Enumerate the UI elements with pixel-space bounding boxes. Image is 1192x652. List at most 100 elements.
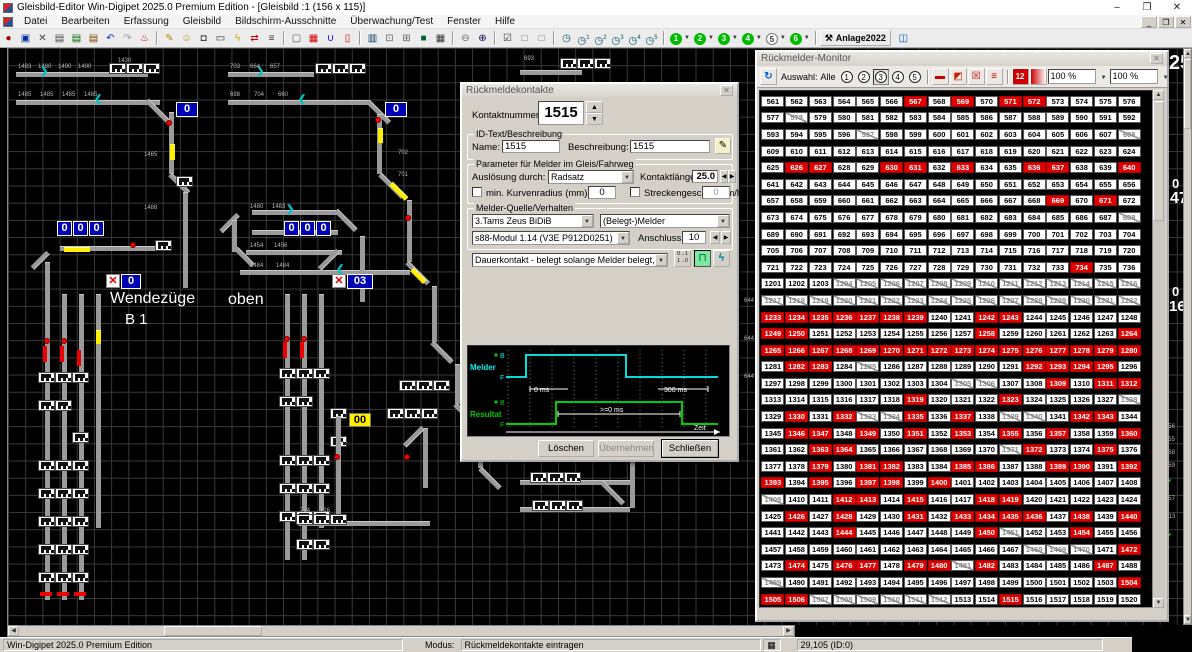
contact-1423[interactable]: 1423 bbox=[1094, 494, 1117, 505]
contact-640[interactable]: 640 bbox=[1118, 162, 1141, 173]
contact-1481[interactable]: 1481 bbox=[951, 560, 974, 571]
train-icon[interactable] bbox=[38, 516, 55, 527]
contact-624[interactable]: 624 bbox=[1118, 146, 1141, 157]
contact-666[interactable]: 666 bbox=[975, 195, 998, 206]
contact-594[interactable]: 594 bbox=[785, 129, 808, 140]
contact-1391[interactable]: 1391 bbox=[1094, 461, 1117, 472]
contact-650[interactable]: 650 bbox=[975, 179, 998, 190]
contact-1274[interactable]: 1274 bbox=[975, 345, 998, 356]
contact-1479[interactable]: 1479 bbox=[904, 560, 927, 571]
save-icon[interactable]: ▣ bbox=[17, 30, 34, 46]
zoom-out-icon[interactable]: ⊖ bbox=[457, 30, 474, 46]
contact-1206[interactable]: 1206 bbox=[880, 278, 903, 289]
contact-701[interactable]: 701 bbox=[1046, 229, 1069, 240]
menu-item-berwachungtest[interactable]: Überwachung/Test bbox=[343, 16, 440, 27]
gradient-icon[interactable] bbox=[1030, 68, 1047, 85]
train-icon[interactable] bbox=[72, 432, 89, 443]
print-preview-icon[interactable]: ▤ bbox=[68, 30, 85, 46]
minimize-icon[interactable]: – bbox=[1102, 2, 1132, 13]
windows-icon[interactable]: ⊞ bbox=[398, 30, 415, 46]
contact-1225[interactable]: 1225 bbox=[951, 295, 974, 306]
contact-732[interactable]: 732 bbox=[1023, 262, 1046, 273]
contact-1333[interactable]: 1333 bbox=[856, 411, 879, 422]
contact-1227[interactable]: 1227 bbox=[999, 295, 1022, 306]
contact-1207[interactable]: 1207 bbox=[904, 278, 927, 289]
text-lines-icon[interactable]: ≡ bbox=[263, 30, 280, 46]
contact-651[interactable]: 651 bbox=[999, 179, 1022, 190]
contact-1428[interactable]: 1428 bbox=[833, 511, 856, 522]
contact-1376[interactable]: 1376 bbox=[1118, 444, 1141, 455]
contact-566[interactable]: 566 bbox=[880, 96, 903, 107]
contact-1238[interactable]: 1238 bbox=[880, 312, 903, 323]
contact-575[interactable]: 575 bbox=[1094, 96, 1117, 107]
contact-628[interactable]: 628 bbox=[833, 162, 856, 173]
contact-1317[interactable]: 1317 bbox=[856, 394, 879, 405]
contact-1260[interactable]: 1260 bbox=[1023, 328, 1046, 339]
contact-1496[interactable]: 1496 bbox=[928, 577, 951, 588]
spin-up-icon[interactable]: ▲ bbox=[586, 101, 603, 113]
screen-icon[interactable]: ■ bbox=[415, 30, 432, 46]
contact-1470[interactable]: 1470 bbox=[1070, 544, 1093, 555]
contact-685[interactable]: 685 bbox=[1046, 212, 1069, 223]
contact-1466[interactable]: 1466 bbox=[975, 544, 998, 555]
chevron-down-icon[interactable]: ▼ bbox=[581, 215, 593, 227]
train-icon[interactable] bbox=[296, 483, 313, 494]
contact-1214[interactable]: 1214 bbox=[1070, 278, 1093, 289]
contact-1448[interactable]: 1448 bbox=[928, 527, 951, 538]
contact-1384[interactable]: 1384 bbox=[928, 461, 951, 472]
contact-1419[interactable]: 1419 bbox=[999, 494, 1022, 505]
contact-1282[interactable]: 1282 bbox=[785, 361, 808, 372]
contact-1432[interactable]: 1432 bbox=[928, 511, 951, 522]
contact-1454[interactable]: 1454 bbox=[1070, 527, 1093, 538]
contact-1242[interactable]: 1242 bbox=[975, 312, 998, 323]
contact-1375[interactable]: 1375 bbox=[1094, 444, 1117, 455]
contact-1398[interactable]: 1398 bbox=[880, 477, 903, 488]
contact-736[interactable]: 736 bbox=[1118, 262, 1141, 273]
anschluss-field[interactable]: 10 bbox=[682, 231, 706, 244]
contact-1373[interactable]: 1373 bbox=[1046, 444, 1069, 455]
contact-1519[interactable]: 1519 bbox=[1094, 594, 1117, 605]
connect-icon[interactable]: ◫ bbox=[895, 30, 912, 46]
contact-1424[interactable]: 1424 bbox=[1118, 494, 1141, 505]
track-segment[interactable] bbox=[240, 270, 410, 275]
contact-577[interactable]: 577 bbox=[761, 112, 784, 123]
contact-1228[interactable]: 1228 bbox=[1023, 295, 1046, 306]
modul-select[interactable]: s88-Modul 1.14 (V3E P912D0251)▼ bbox=[472, 231, 630, 245]
contact-1252[interactable]: 1252 bbox=[833, 328, 856, 339]
beschreibung-field[interactable]: 1515 bbox=[630, 140, 710, 153]
contact-564[interactable]: 564 bbox=[833, 96, 856, 107]
melder-typ-select[interactable]: (Belegt-)Melder▼ bbox=[600, 214, 730, 228]
mdi-restore-icon[interactable]: ❐ bbox=[1158, 16, 1174, 28]
contact-635[interactable]: 635 bbox=[999, 162, 1022, 173]
contact-1429[interactable]: 1429 bbox=[856, 511, 879, 522]
magnet-icon[interactable]: ∪ bbox=[322, 30, 339, 46]
clock4-icon[interactable]: ◷4 bbox=[626, 30, 643, 46]
edit-icon[interactable]: ✎ bbox=[161, 30, 178, 46]
chevron-down-icon[interactable]: ▼ bbox=[617, 232, 629, 244]
edge-01-10-button[interactable]: 0→11→0 bbox=[674, 250, 691, 267]
contact-684[interactable]: 684 bbox=[1023, 212, 1046, 223]
contact-1239[interactable]: 1239 bbox=[904, 312, 927, 323]
train-icon[interactable] bbox=[38, 488, 55, 499]
contact-1250[interactable]: 1250 bbox=[785, 328, 808, 339]
contact-612[interactable]: 612 bbox=[833, 146, 856, 157]
contact-1264[interactable]: 1264 bbox=[1118, 328, 1141, 339]
contact-1421[interactable]: 1421 bbox=[1046, 494, 1069, 505]
contact-633[interactable]: 633 bbox=[951, 162, 974, 173]
contact-1502[interactable]: 1502 bbox=[1070, 577, 1093, 588]
contact-1307[interactable]: 1307 bbox=[999, 378, 1022, 389]
contact-1403[interactable]: 1403 bbox=[999, 477, 1022, 488]
window-icon[interactable]: ⊡ bbox=[381, 30, 398, 46]
print-export-icon[interactable]: ▤ bbox=[85, 30, 102, 46]
contact-1232[interactable]: 1232 bbox=[1118, 295, 1141, 306]
train-icon[interactable] bbox=[72, 516, 89, 527]
contact-1460[interactable]: 1460 bbox=[833, 544, 856, 555]
contact-1298[interactable]: 1298 bbox=[785, 378, 808, 389]
menu-item-bildschirmausschnitte[interactable]: Bildschirm-Ausschnitte bbox=[228, 16, 343, 27]
contact-601[interactable]: 601 bbox=[951, 129, 974, 140]
track-segment[interactable] bbox=[336, 416, 341, 516]
contact-1257[interactable]: 1257 bbox=[951, 328, 974, 339]
contact-644[interactable]: 644 bbox=[833, 179, 856, 190]
contact-1517[interactable]: 1517 bbox=[1046, 594, 1069, 605]
contact-1452[interactable]: 1452 bbox=[1023, 527, 1046, 538]
